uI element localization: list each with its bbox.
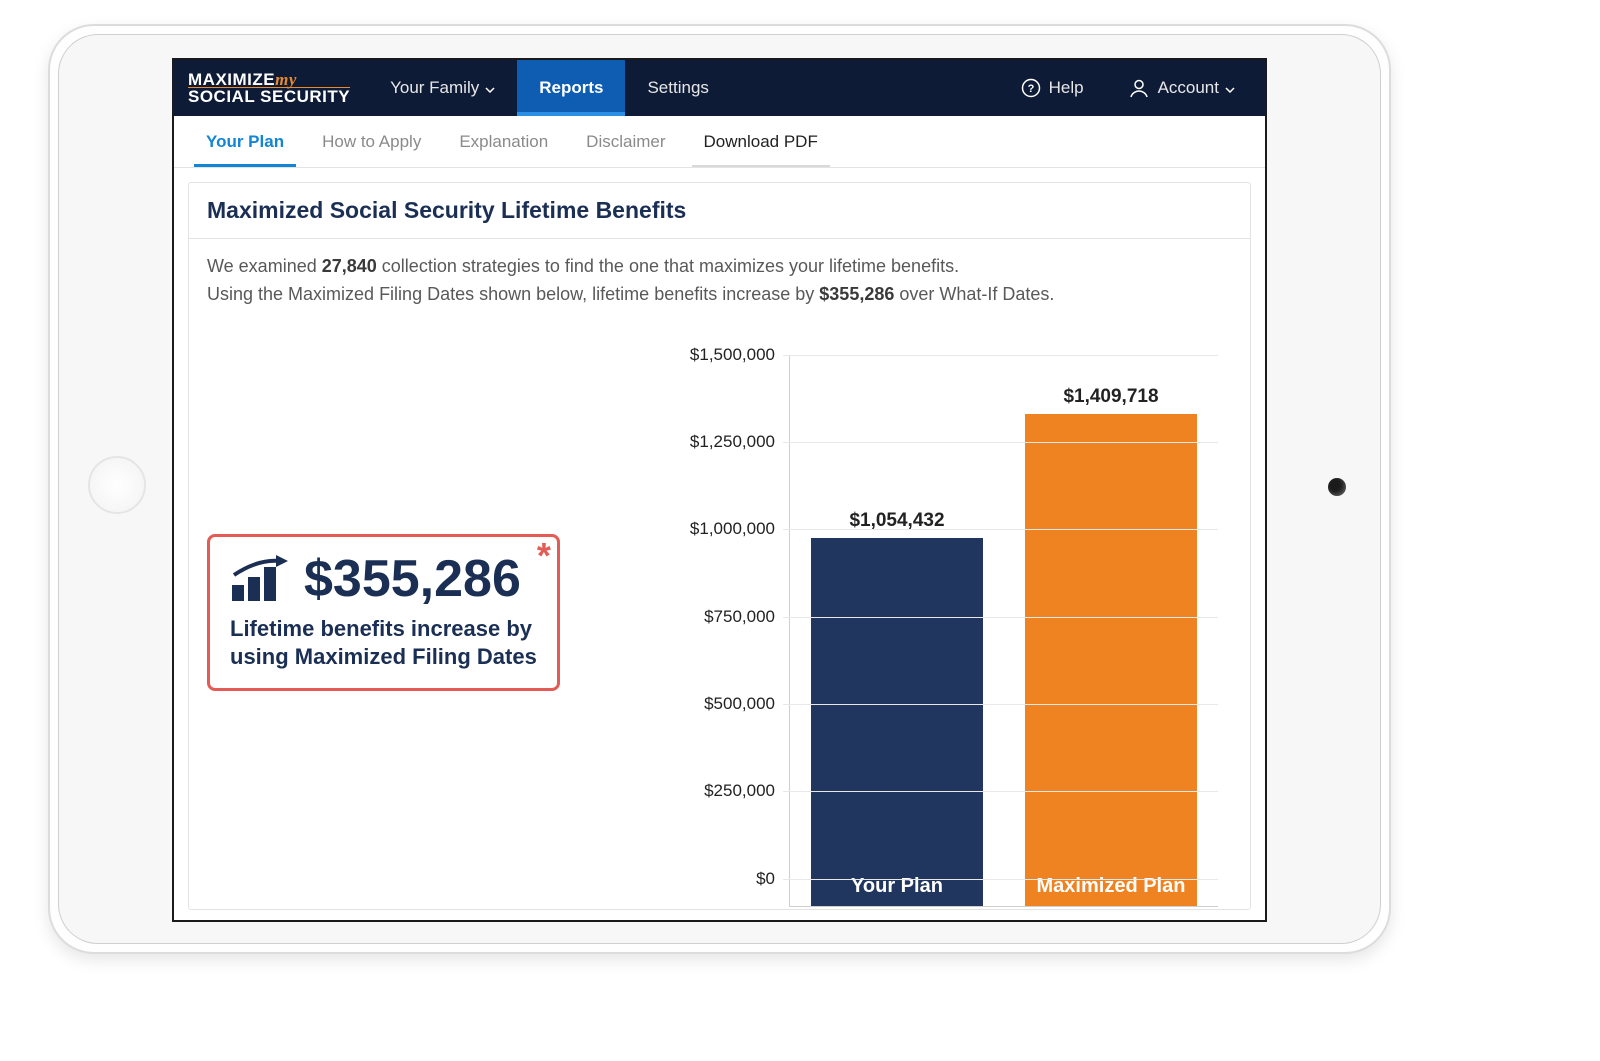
nav-account[interactable]: Account (1106, 78, 1265, 98)
content-panel: Maximized Social Security Lifetime Benef… (188, 182, 1251, 910)
y-tick-label: $1,250,000 (671, 432, 775, 452)
summary-2c: over What-If Dates. (894, 284, 1054, 304)
subtab-explanation-label: Explanation (459, 132, 548, 152)
summary-2b: $355,286 (819, 284, 894, 304)
sub-tab-bar: Your Plan How to Apply Explanation Discl… (174, 116, 1265, 168)
tablet-camera (1328, 478, 1346, 496)
gridline (783, 355, 1218, 356)
summary-1b: 27,840 (322, 256, 377, 276)
nav-reports[interactable]: Reports (517, 60, 625, 116)
brand-logo[interactable]: MAXIMIZEmy SOCIAL SECURITY (174, 60, 368, 116)
callout-line1: Lifetime benefits increase by (230, 616, 532, 641)
chart-plot-area: $1,054,432Your Plan $1,409,718Maximized P… (789, 355, 1218, 907)
tablet-home-button[interactable] (88, 456, 146, 514)
brand-line2: SOCIAL SECURITY (188, 87, 350, 104)
nav-help-label: Help (1049, 78, 1084, 98)
y-tick-label: $500,000 (671, 694, 775, 714)
subtab-download-pdf[interactable]: Download PDF (686, 116, 836, 167)
y-tick-label: $250,000 (671, 781, 775, 801)
gridline (783, 704, 1218, 705)
nav-help[interactable]: ? Help (999, 78, 1106, 98)
nav-account-label: Account (1158, 78, 1219, 98)
top-nav: MAXIMIZEmy SOCIAL SECURITY Your Family R… (174, 60, 1265, 116)
chart-growth-icon (230, 555, 292, 603)
callout-amount-row: $355,286 (230, 553, 537, 605)
help-icon: ? (1021, 78, 1041, 98)
summary-2a: Using the Maximized Filing Dates shown b… (207, 284, 819, 304)
subtab-disclaimer[interactable]: Disclaimer (568, 116, 683, 167)
subtab-explanation[interactable]: Explanation (441, 116, 566, 167)
y-tick-label: $1,000,000 (671, 519, 775, 539)
subtab-your-plan[interactable]: Your Plan (188, 116, 302, 167)
gridline (783, 529, 1218, 530)
panel-title: Maximized Social Security Lifetime Benef… (189, 183, 1250, 239)
bar-value-label: $1,409,718 (1063, 386, 1158, 408)
increase-callout: * $355,286 (207, 534, 560, 691)
bar-value-label: $1,054,432 (849, 510, 944, 532)
nav-your-family-label: Your Family (390, 78, 479, 98)
account-icon (1128, 78, 1150, 98)
summary-1a: We examined (207, 256, 322, 276)
gridline (783, 791, 1218, 792)
svg-text:?: ? (1027, 83, 1034, 95)
brand-line1: MAXIMIZEmy (188, 72, 350, 87)
y-tick-label: $1,500,000 (671, 345, 775, 365)
subtab-your-plan-label: Your Plan (206, 132, 284, 152)
brand-maximize: MAXIMIZE (188, 70, 275, 89)
y-tick-label: $0 (671, 869, 775, 889)
subtab-how-to-apply[interactable]: How to Apply (304, 116, 439, 167)
chevron-down-icon (1225, 78, 1243, 98)
callout-subtitle: Lifetime benefits increase by using Maxi… (230, 615, 537, 670)
callout-amount: $355,286 (304, 553, 521, 605)
nav-settings[interactable]: Settings (625, 60, 730, 116)
gridline (783, 442, 1218, 443)
summary-text: We examined 27,840 collection strategies… (207, 253, 1232, 309)
lifetime-benefits-chart: $1,054,432Your Plan $1,409,718Maximized P… (671, 319, 1232, 907)
subtab-how-to-apply-label: How to Apply (322, 132, 421, 152)
subtab-download-pdf-label: Download PDF (704, 132, 818, 152)
nav-reports-label: Reports (539, 78, 603, 98)
gridline (783, 617, 1218, 618)
y-tick-label: $750,000 (671, 607, 775, 627)
app-screen: MAXIMIZEmy SOCIAL SECURITY Your Family R… (172, 58, 1267, 922)
gridline (783, 879, 1218, 880)
subtab-disclaimer-label: Disclaimer (586, 132, 665, 152)
nav-your-family[interactable]: Your Family (368, 60, 517, 116)
callout-line2: using Maximized Filing Dates (230, 644, 537, 669)
chart-bar: $1,409,718Maximized Plan (1025, 414, 1196, 906)
chart-bar: $1,054,432Your Plan (811, 538, 982, 906)
summary-1c: collection strategies to find the one th… (377, 256, 959, 276)
callout-wrap: * $355,286 (207, 319, 647, 907)
nav-settings-label: Settings (647, 78, 708, 98)
content-row: * $355,286 (207, 319, 1232, 907)
brand-my: my (275, 70, 297, 89)
asterisk-icon: * (537, 535, 551, 577)
tablet-frame: MAXIMIZEmy SOCIAL SECURITY Your Family R… (48, 24, 1391, 954)
chevron-down-icon (485, 78, 495, 98)
panel-body: We examined 27,840 collection strategies… (189, 239, 1250, 907)
